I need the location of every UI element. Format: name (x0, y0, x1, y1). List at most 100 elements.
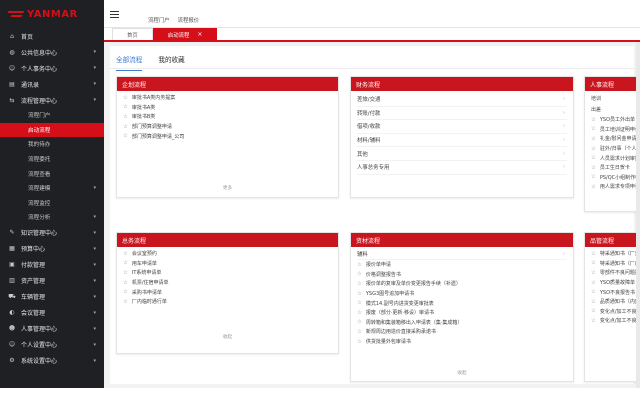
process-item[interactable]: ☆变化点/加工不良处理书 (591, 316, 639, 326)
process-item[interactable]: ☆ 报废（部分·更新·移设）审请书 (357, 308, 567, 318)
process-item[interactable]: ☆ 新规周边用造价直接采购承诺书 (357, 327, 567, 337)
process-item[interactable]: ☆ YSG3图号追加申请书 (357, 289, 567, 299)
process-item[interactable]: ☆ 机票/住宿申请单 (123, 278, 332, 288)
star-icon[interactable]: ☆ (591, 289, 596, 295)
star-icon[interactable]: ☆ (123, 114, 128, 120)
process-item[interactable]: ☆PS/QC小组制作申请 (591, 173, 639, 183)
star-icon[interactable]: ☆ (591, 165, 596, 171)
sidebar-subitem[interactable]: 流程委托 (0, 152, 104, 167)
star-icon[interactable]: ☆ (591, 174, 596, 180)
tab-home[interactable]: 首页 (112, 28, 153, 40)
star-icon[interactable]: ☆ (357, 310, 362, 316)
process-item[interactable]: ☆ 模式14.副号内进货变更审批表 (357, 298, 567, 308)
process-item[interactable]: ☆人员需求计划审批单 (591, 153, 639, 163)
star-icon[interactable]: ☆ (591, 308, 596, 314)
collapse-link[interactable]: 收起 (117, 334, 338, 340)
process-item[interactable]: ☆零部件不良问题报告 (591, 268, 639, 278)
close-icon[interactable]: × (197, 31, 202, 38)
sidebar-item[interactable]: ▥ 资产管理 ▾ (0, 273, 104, 289)
star-icon[interactable]: ☆ (357, 262, 362, 268)
sidebar-item[interactable]: ▤ 通讯录 ▾ (0, 76, 104, 92)
process-item[interactable]: ☆ 会议室预约 (123, 249, 332, 259)
process-item[interactable]: ☆ 审批书A类内务提案 (123, 93, 332, 103)
breadcrumb-item[interactable]: 流程报价 (178, 16, 200, 24)
sidebar-item[interactable]: ⚙ 系统设置中心 ▾ (0, 353, 104, 369)
process-item[interactable]: 其他 › (357, 147, 567, 161)
vertical-scrollbar[interactable] (636, 42, 640, 388)
star-icon[interactable]: ☆ (123, 270, 128, 276)
star-icon[interactable]: ☆ (123, 280, 128, 286)
star-icon[interactable]: ☆ (357, 281, 362, 287)
process-item[interactable]: ☆ 驻外/归事（个人） (591, 144, 639, 154)
process-item[interactable]: ☆特采通知书（厂外） (591, 249, 639, 259)
star-icon[interactable]: ☆ (591, 260, 596, 266)
process-item[interactable]: ☆ IT系统申请单 (123, 268, 332, 278)
process-item[interactable]: 人事总务专用 › (357, 161, 567, 175)
process-item[interactable]: ☆ 礼金/慰问金申请单 (591, 134, 639, 144)
process-item[interactable]: ☆ 供货批量外包审请书 (357, 337, 567, 347)
star-icon[interactable]: ☆ (357, 319, 362, 325)
process-item[interactable]: ☆ 变化点/加工不良 (591, 307, 637, 317)
sidebar-item[interactable]: ☻ 人事管理中心 ▾ (0, 321, 104, 337)
collapse-link[interactable]: 收起 (351, 370, 573, 376)
process-item[interactable]: ☆ 部门预算调整申请 (123, 122, 332, 132)
process-item[interactable]: ☆ YSO不良报告书 (591, 287, 635, 297)
process-item[interactable]: ☆ 报价单申请 (357, 260, 567, 270)
more-link[interactable]: 更多 (117, 185, 338, 191)
process-item[interactable]: ☆ YSO质量故障单 (591, 278, 635, 288)
star-icon[interactable]: ☆ (591, 299, 596, 305)
star-icon[interactable]: ☆ (357, 300, 362, 306)
sidebar-subitem[interactable]: 流程门户 (0, 108, 104, 123)
sidebar-item[interactable]: ▦ 预算中心 ▾ (0, 241, 104, 257)
process-item[interactable]: ☆ 员工生日贺卡 (591, 163, 633, 173)
star-icon[interactable]: ☆ (123, 289, 128, 295)
sidebar-item[interactable]: ☺ 个人设置中心 ▾ (0, 337, 104, 353)
star-icon[interactable]: ☆ (591, 318, 596, 324)
tab-start-process[interactable]: 启动流程 × (152, 28, 218, 40)
sidebar-item[interactable]: ☺ 个人事务中心 ▾ (0, 60, 104, 76)
process-item[interactable]: ☆ 采购书申请单 (123, 287, 332, 297)
brand-logo[interactable]: YANMAR (0, 0, 104, 28)
process-item[interactable]: ☆ 报价单的复审及单价变更报告手续（补遗） (357, 279, 567, 289)
star-icon[interactable]: ☆ (123, 124, 128, 130)
star-icon[interactable]: ☆ (591, 155, 596, 161)
sidebar-item[interactable]: ◐ 会议管理 ▾ (0, 305, 104, 321)
sidebar-subitem[interactable]: 流程分析 ▾ (0, 210, 104, 225)
process-item[interactable]: ☆ 价格调整报告书 (357, 270, 567, 280)
sidebar-item[interactable]: ✎ 知识管理中心 ▾ (0, 225, 104, 241)
star-icon[interactable]: ☆ (123, 251, 128, 257)
sidebar-subitem[interactable]: 流程建模 ▾ (0, 181, 104, 196)
process-item[interactable]: ☆ 审批书B类 (123, 112, 332, 122)
process-item[interactable]: ☆ 部门预算调整申请_公司 (123, 131, 332, 141)
star-icon[interactable]: ☆ (357, 291, 362, 297)
star-icon[interactable]: ☆ (123, 95, 128, 101)
process-item[interactable]: 材料/辅料 › (357, 134, 567, 148)
process-item[interactable]: ☆ 厂内临时通行单 (123, 297, 332, 307)
star-icon[interactable]: ☆ (357, 271, 362, 277)
breadcrumb-item[interactable]: 流程门户 (148, 16, 170, 24)
star-icon[interactable]: ☆ (357, 329, 362, 335)
star-icon[interactable]: ☆ (123, 260, 128, 266)
process-item[interactable]: ☆ 用车申请单 (123, 259, 332, 269)
process-item[interactable]: ☆用人需求专项申请单 (591, 182, 639, 192)
star-icon[interactable]: ☆ (123, 299, 128, 305)
star-icon[interactable]: ☆ (591, 251, 596, 257)
process-item[interactable]: 培训 (591, 93, 633, 104)
process-item[interactable]: ☆ YSO员工外出单 (591, 115, 635, 125)
star-icon[interactable]: ☆ (123, 104, 128, 110)
sidebar-item[interactable]: ⌂ 首页 (0, 28, 104, 44)
sidebar-item[interactable]: ⛟ 车辆管理 ▾ (0, 289, 104, 305)
process-item[interactable]: ☆ 审批书A类 (123, 103, 332, 113)
process-item[interactable]: 转账/付款 › (357, 107, 567, 121)
process-item[interactable]: ☆特采通知书（厂内） (591, 259, 639, 269)
sidebar-subitem[interactable]: 流程监控 (0, 196, 104, 211)
process-item[interactable]: ☆员工培训证明申请单 (591, 125, 639, 135)
star-icon[interactable]: ☆ (357, 339, 362, 345)
process-item[interactable]: ☆ 周转箱和集装箱移出入申请表（集·集成箱） (357, 318, 567, 328)
sidebar-item[interactable]: ◍ 公共信息中心 ▾ (0, 44, 104, 60)
sidebar-subitem[interactable]: 启动流程 (0, 122, 104, 138)
process-item[interactable]: 差旅/交通 › (357, 93, 567, 107)
process-item[interactable]: 出差 (591, 104, 633, 115)
process-item[interactable]: ☆品质通知书（内部） (591, 297, 639, 307)
sidebar-subitem[interactable]: 我的待办 (0, 137, 104, 152)
